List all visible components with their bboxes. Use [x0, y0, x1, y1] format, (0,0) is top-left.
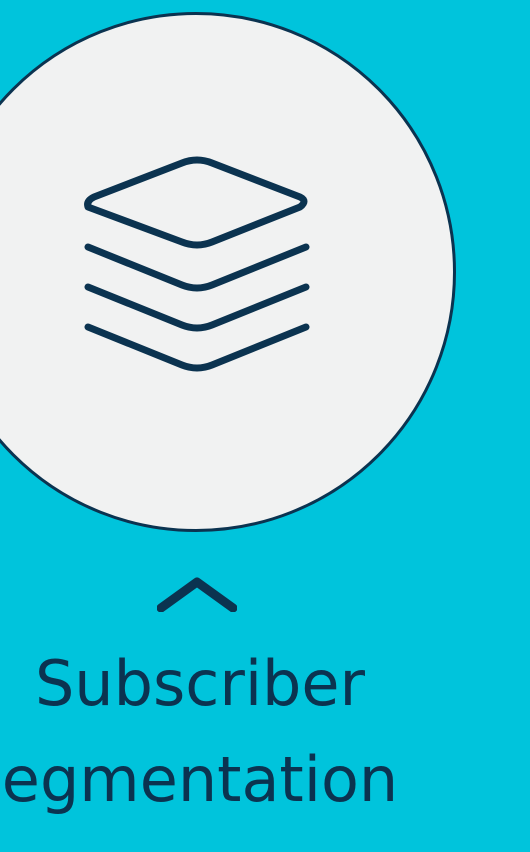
feature-title: Subscriber egmentation [0, 636, 440, 828]
chevron-up-icon[interactable] [157, 576, 237, 612]
feature-title-line-2: egmentation [1, 743, 399, 816]
feature-card[interactable]: Subscriber egmentation [0, 0, 530, 852]
feature-title-line-1: Subscriber [34, 647, 366, 720]
layers-icon [84, 156, 310, 372]
